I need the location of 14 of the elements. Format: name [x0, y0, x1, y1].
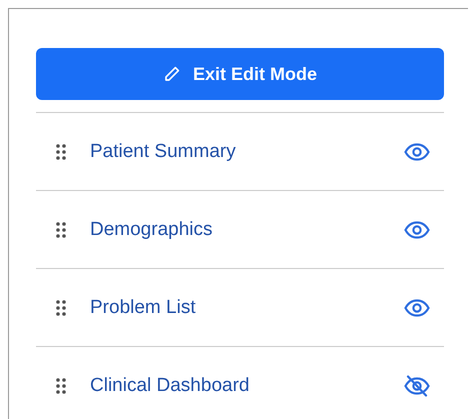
eye-icon[interactable]: [404, 220, 430, 238]
eye-icon[interactable]: [404, 142, 430, 160]
eye-icon[interactable]: [404, 298, 430, 316]
eye-off-icon[interactable]: [404, 374, 430, 396]
drag-handle-icon[interactable]: [56, 144, 66, 160]
drag-handle-icon[interactable]: [56, 222, 66, 238]
section-label: Clinical Dashboard: [90, 374, 250, 396]
drag-handle-icon[interactable]: [56, 300, 66, 316]
section-label: Problem List: [90, 296, 197, 318]
section-label: Demographics: [90, 218, 214, 240]
exit-edit-mode-button[interactable]: Exit Edit Mode: [36, 48, 444, 100]
pencil-icon: [162, 65, 181, 83]
section-label: Patient Summary: [90, 140, 237, 162]
drag-handle-icon[interactable]: [56, 378, 66, 394]
